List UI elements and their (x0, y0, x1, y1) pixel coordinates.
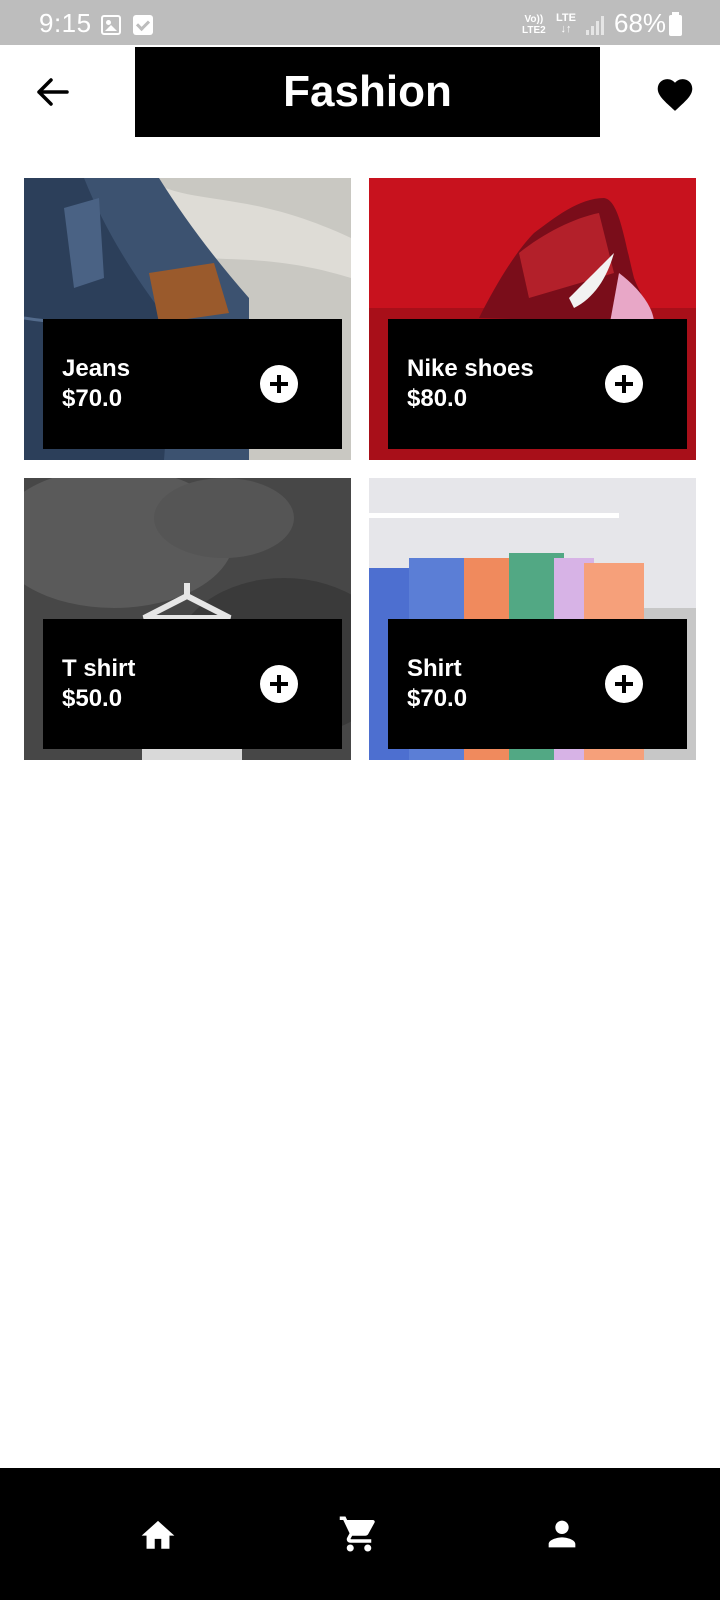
volte-indicator: Vo)) LTE2 (522, 14, 546, 36)
product-price: $50.0 (62, 685, 123, 712)
product-name: Shirt (407, 655, 462, 682)
product-name: Jeans (62, 355, 131, 382)
lte-indicator: LTE ↓↑ (556, 13, 576, 35)
status-time: 9:15 (39, 8, 92, 38)
heart-icon (657, 79, 693, 111)
plus-icon (270, 675, 288, 693)
lte2-label: LTE2 (522, 25, 546, 36)
product-info-panel: Jeans $70.0 (43, 319, 342, 449)
gallery-notification-icon (101, 15, 121, 35)
page-title: Fashion (135, 47, 600, 137)
data-arrows-icon: ↓↑ (560, 23, 572, 35)
cart-icon (339, 1516, 375, 1552)
product-price: $80.0 (407, 385, 468, 412)
plus-icon (615, 675, 633, 693)
plus-icon (270, 375, 288, 393)
signal-icon (586, 15, 606, 35)
battery-icon (669, 12, 682, 36)
bottom-navigation (0, 1468, 720, 1600)
battery-percentage: 68% (614, 8, 667, 38)
person-icon (548, 1520, 576, 1548)
add-to-cart-button[interactable] (260, 365, 298, 403)
product-info-panel: Nike shoes $80.0 (388, 319, 687, 449)
page-title-text: Fashion (283, 67, 452, 116)
nav-cart-button[interactable] (335, 1510, 383, 1558)
nav-profile-button[interactable] (538, 1510, 586, 1558)
product-price: $70.0 (407, 685, 468, 712)
add-to-cart-button[interactable] (605, 365, 643, 403)
product-price: $70.0 (62, 385, 123, 412)
product-card-nike-shoes[interactable]: Nike shoes $80.0 (369, 178, 696, 460)
product-name: Nike shoes (407, 355, 534, 382)
product-card-shirt[interactable]: Shirt $70.0 (369, 478, 696, 760)
plus-icon (615, 375, 633, 393)
arrow-left-icon (37, 78, 69, 106)
product-name: T shirt (62, 655, 136, 682)
volte-label: Vo)) (524, 14, 544, 25)
home-icon (141, 1520, 175, 1549)
product-info-panel: T shirt $50.0 (43, 619, 342, 749)
product-card-t-shirt[interactable]: T shirt $50.0 (24, 478, 351, 760)
add-to-cart-button[interactable] (605, 665, 643, 703)
checkbox-notification-icon (133, 15, 153, 35)
product-info-panel: Shirt $70.0 (388, 619, 687, 749)
nav-home-button[interactable] (134, 1510, 182, 1558)
status-bar: 9:15 Vo)) LTE2 LTE ↓↑ 68% (0, 0, 720, 45)
back-button[interactable] (30, 70, 74, 114)
product-card-jeans[interactable]: Jeans $70.0 (24, 178, 351, 460)
favorites-button[interactable] (650, 68, 700, 118)
add-to-cart-button[interactable] (260, 665, 298, 703)
